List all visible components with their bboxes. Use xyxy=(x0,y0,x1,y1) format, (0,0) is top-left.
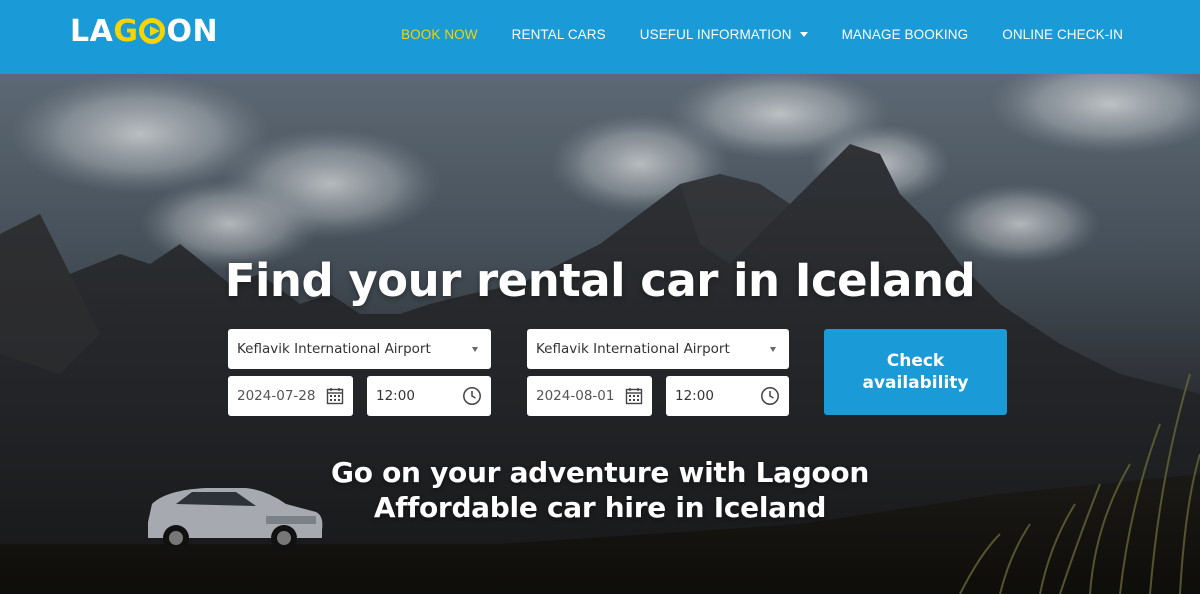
chevron-down-icon xyxy=(472,346,478,352)
dropoff-location-select[interactable]: Keflavik International Airport xyxy=(527,329,789,369)
calendar-icon[interactable] xyxy=(625,387,643,405)
chevron-down-icon xyxy=(799,31,808,37)
clock-icon[interactable] xyxy=(760,386,780,406)
pickup-time-input[interactable]: 12:00 xyxy=(367,376,491,416)
lagoon-logo[interactable]: LA G O N xyxy=(70,14,218,49)
pickup-location-select[interactable]: Keflavik International Airport xyxy=(228,329,491,369)
chevron-down-icon xyxy=(770,346,776,352)
check-availability-button[interactable]: Check availability xyxy=(824,329,1007,415)
dropoff-time-value: 12:00 xyxy=(675,388,714,404)
nav-book-now[interactable]: BOOK NOW xyxy=(384,27,495,42)
nav-online-check-in[interactable]: ONLINE CHECK-IN xyxy=(985,27,1140,42)
pickup-time-value: 12:00 xyxy=(376,388,415,404)
calendar-icon[interactable] xyxy=(326,387,344,405)
hero-tagline-line2: Affordable car hire in Iceland xyxy=(373,491,827,524)
nav-rental-cars[interactable]: RENTAL CARS xyxy=(495,27,623,42)
hero-tagline-line1: Go on your adventure with Lagoon xyxy=(331,456,869,489)
site-header: LA G O N BOOK NOW RENTAL CARS USEFUL INFORM… xyxy=(0,0,1200,74)
pickup-location-value: Keflavik International Airport xyxy=(237,341,431,357)
clock-icon[interactable] xyxy=(462,386,482,406)
main-nav: BOOK NOW RENTAL CARS USEFUL INFORMATION … xyxy=(384,0,1140,68)
nav-manage-booking[interactable]: MANAGE BOOKING xyxy=(825,27,986,42)
logo-arrow-icon xyxy=(139,18,166,44)
dropoff-date-value: 2024-08-01 xyxy=(536,388,615,404)
pickup-date-input[interactable]: 2024-07-28 xyxy=(228,376,353,416)
dropoff-time-input[interactable]: 12:00 xyxy=(666,376,789,416)
hero-title: Find your rental car in Iceland xyxy=(224,254,976,307)
hero-section: Find your rental car in Iceland Keflavik… xyxy=(0,74,1200,594)
dropoff-location-value: Keflavik International Airport xyxy=(536,341,730,357)
nav-useful-information[interactable]: USEFUL INFORMATION xyxy=(623,27,825,42)
pickup-date-value: 2024-07-28 xyxy=(237,388,316,404)
check-availability-label: Check availability xyxy=(862,351,969,393)
dropoff-date-input[interactable]: 2024-08-01 xyxy=(527,376,652,416)
